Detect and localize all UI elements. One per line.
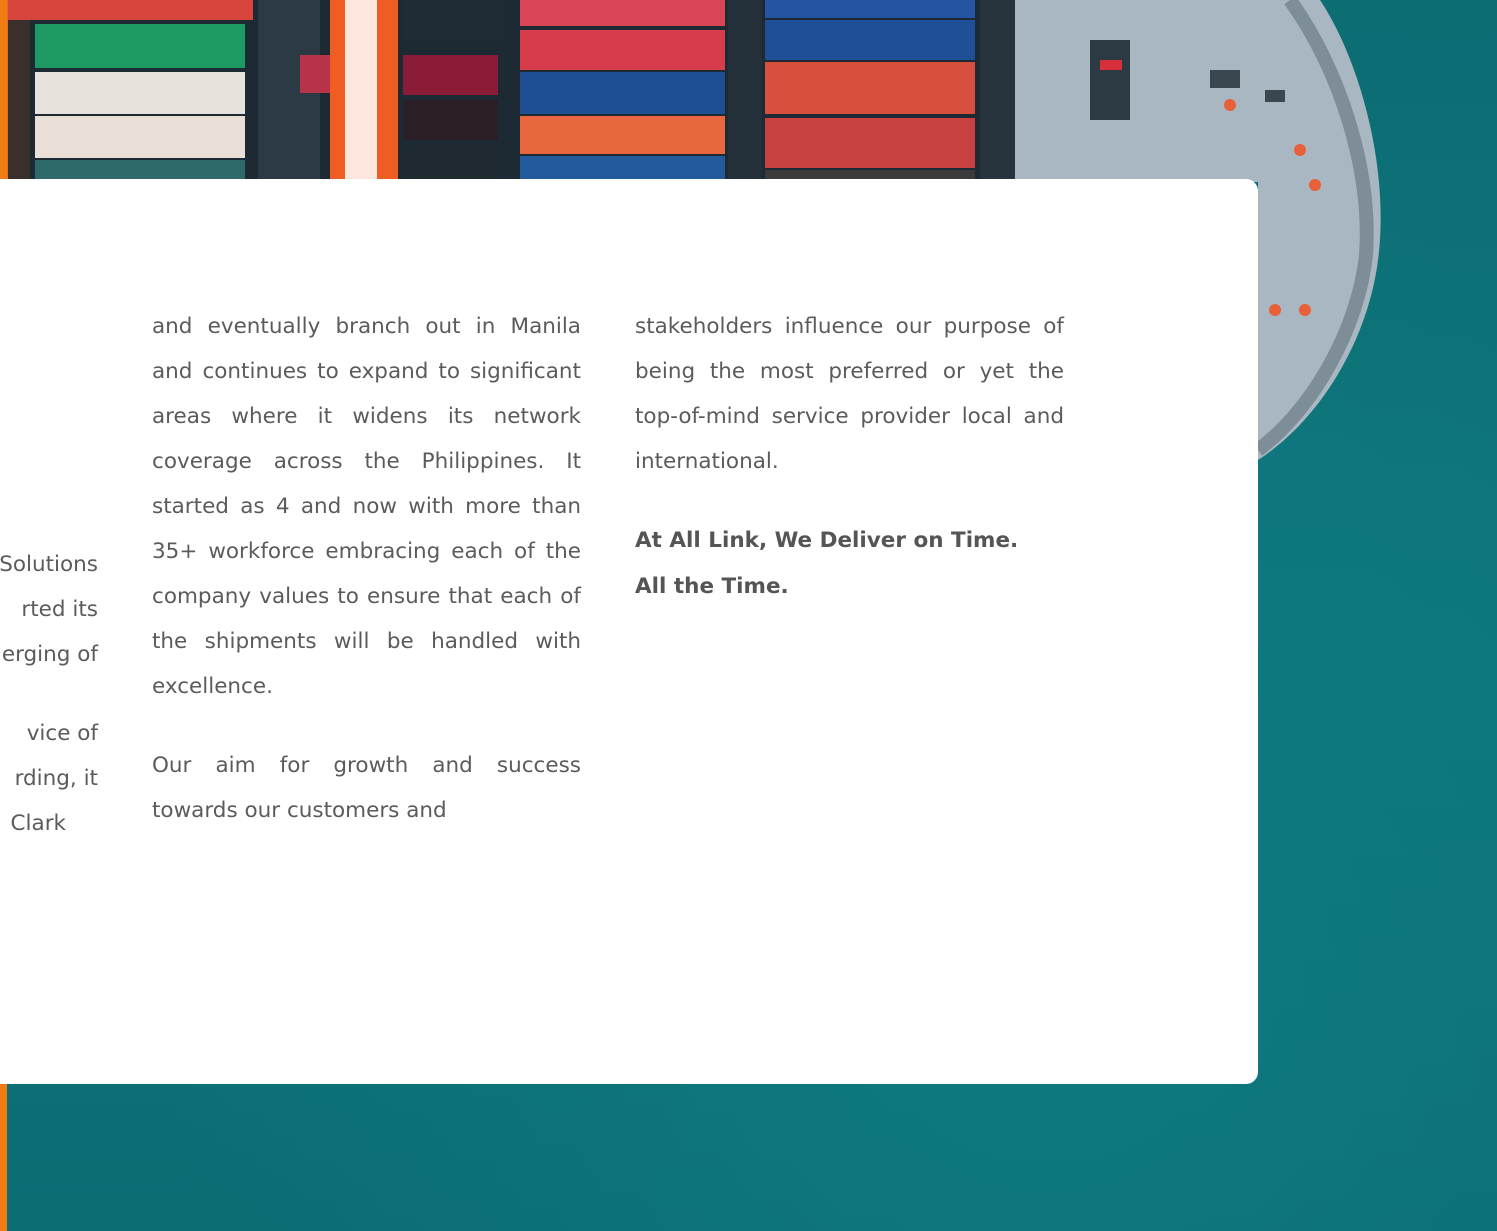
left-fragment: erging of bbox=[1, 642, 98, 667]
orange-accent-bottom bbox=[0, 1084, 7, 1231]
paragraph-aim: Our aim for growth and success towards o… bbox=[152, 753, 581, 823]
tagline-line-2: All the Time. bbox=[635, 574, 789, 599]
right-text-column: stakeholders influence our purpose of be… bbox=[635, 304, 1064, 610]
paragraph-purpose: stakeholders influence our purpose of be… bbox=[635, 314, 1064, 474]
middle-text-column: and eventually branch out in Manila and … bbox=[152, 304, 581, 867]
left-fragment: Solutions bbox=[0, 552, 98, 577]
left-fragment: rding, it bbox=[14, 766, 98, 791]
left-fragment: rted its bbox=[21, 597, 98, 622]
left-fragment: Clark bbox=[10, 811, 66, 836]
orange-accent-top bbox=[0, 0, 7, 182]
tagline: At All Link, We Deliver on Time. All the… bbox=[635, 518, 1064, 610]
left-fragment: vice of bbox=[26, 721, 98, 746]
tagline-line-1: At All Link, We Deliver on Time. bbox=[635, 528, 1019, 553]
paragraph-company-growth: and eventually branch out in Manila and … bbox=[152, 314, 581, 699]
left-column-clipped: Solutions rted its erging of vice of rdi… bbox=[0, 542, 98, 880]
